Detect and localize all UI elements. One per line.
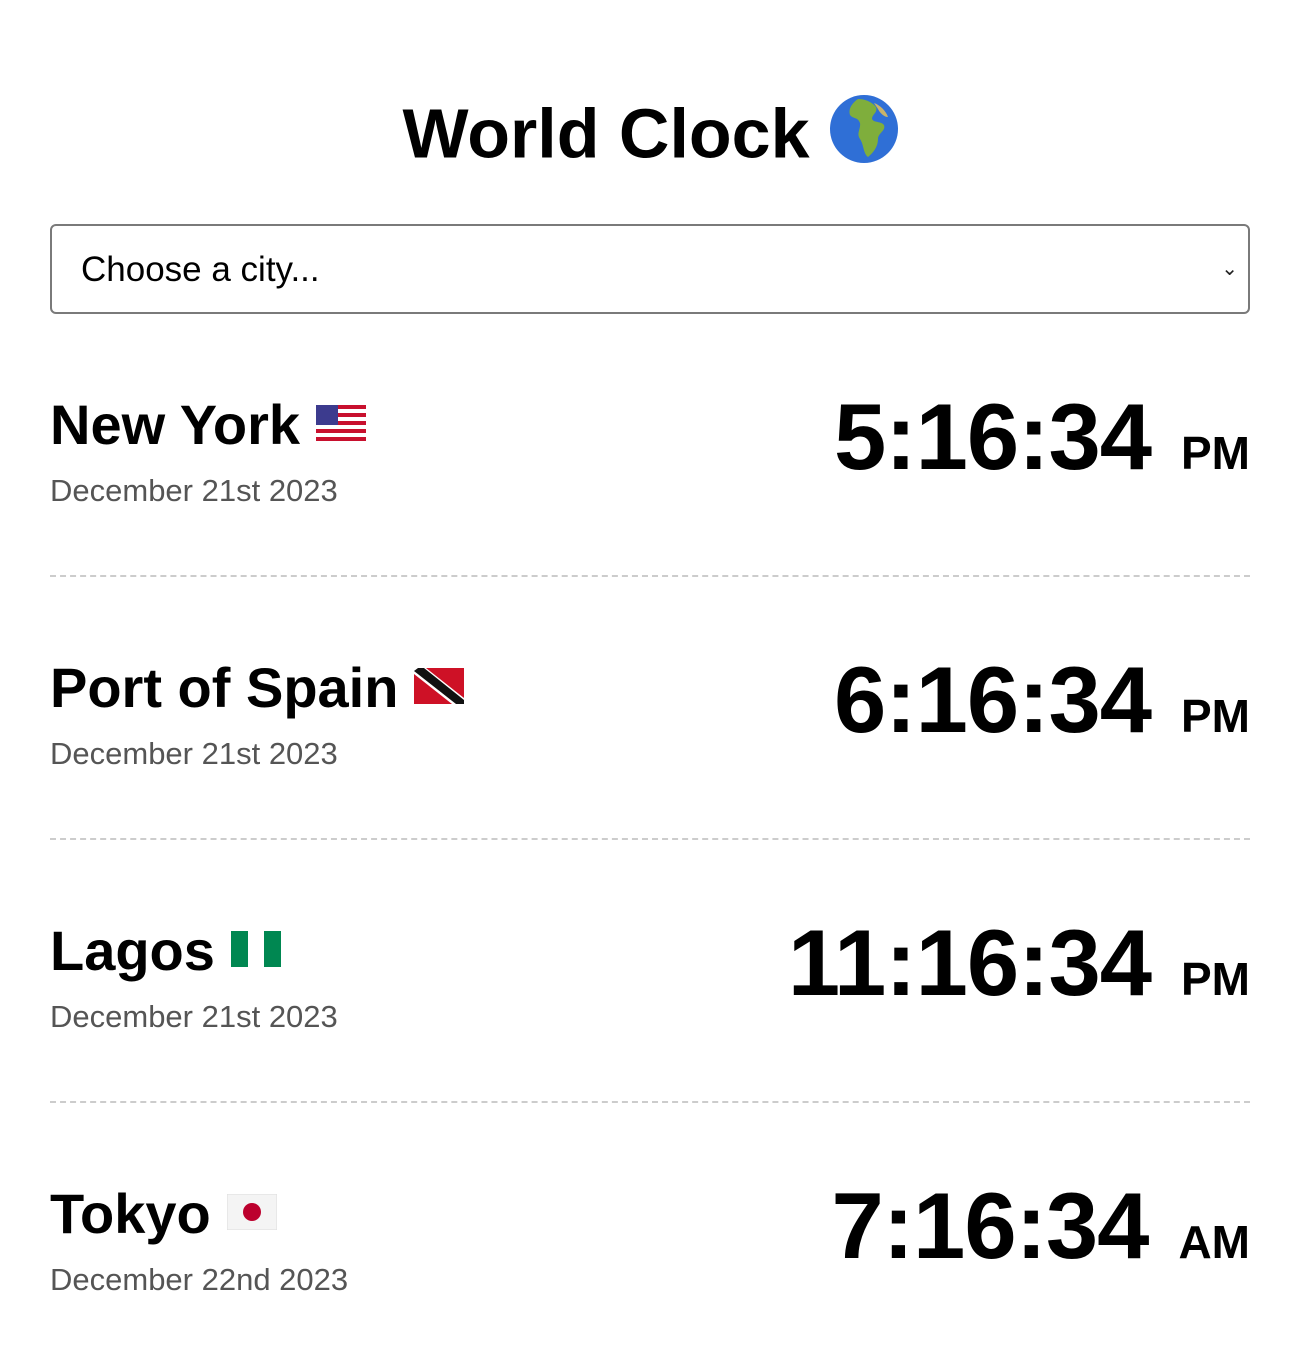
- time-value: 5:16:34: [834, 384, 1152, 489]
- trinidad-tobago-flag-icon: [414, 668, 465, 705]
- city-time: 6:16:34 PM: [834, 650, 1250, 778]
- city-date: December 21st 2023: [50, 473, 338, 508]
- clock-row-port-of-spain: Port of Spain December 21st 2023 6:16:34…: [50, 576, 1250, 840]
- city-date: December 21st 2023: [50, 736, 338, 771]
- city-name: New York: [50, 393, 367, 457]
- city-name: Lagos: [50, 919, 281, 983]
- city-name-text: Tokyo: [50, 1182, 211, 1245]
- time-value: 11:16:34: [787, 910, 1152, 1015]
- city-name-text: Lagos: [50, 919, 215, 982]
- time-period: PM: [1181, 690, 1250, 742]
- time-period: PM: [1181, 953, 1250, 1005]
- city-time: 5:16:34 PM: [834, 387, 1250, 515]
- city-date: December 21st 2023: [50, 999, 338, 1034]
- japan-flag-icon: [226, 1193, 278, 1231]
- city-name-text: New York: [50, 393, 301, 456]
- us-flag-icon: [316, 405, 367, 442]
- time-period: AM: [1178, 1216, 1250, 1268]
- clock-row-tokyo: Tokyo December 22nd 2023 7:16:34 AM: [50, 1102, 1250, 1364]
- city-time: 11:16:34 PM: [788, 913, 1250, 1041]
- city-select-value: Choose a city...: [81, 250, 320, 289]
- city-name-text: Port of Spain: [50, 656, 399, 719]
- time-period: PM: [1181, 427, 1250, 479]
- city-name: Tokyo: [50, 1182, 278, 1246]
- city-time: 7:16:34 AM: [831, 1176, 1250, 1304]
- city-date: December 22nd 2023: [50, 1262, 349, 1297]
- clock-row-lagos: Lagos December 21st 2023 11:16:34 PM: [50, 839, 1250, 1103]
- city-name: Port of Spain: [50, 656, 465, 720]
- city-select[interactable]: Choose a city... ⌄: [50, 224, 1250, 314]
- nigeria-flag-icon: [230, 931, 281, 968]
- time-value: 6:16:34: [834, 647, 1152, 752]
- page-title-text: World Clock: [402, 94, 810, 173]
- chevron-down-icon: ⌄: [1221, 258, 1238, 280]
- page-title: World Clock: [0, 88, 1302, 174]
- globe-icon: [829, 94, 898, 163]
- clock-row-new-york: New York December 21st 2023 5:16:34 PM: [50, 313, 1250, 577]
- time-value: 7:16:34: [831, 1173, 1149, 1278]
